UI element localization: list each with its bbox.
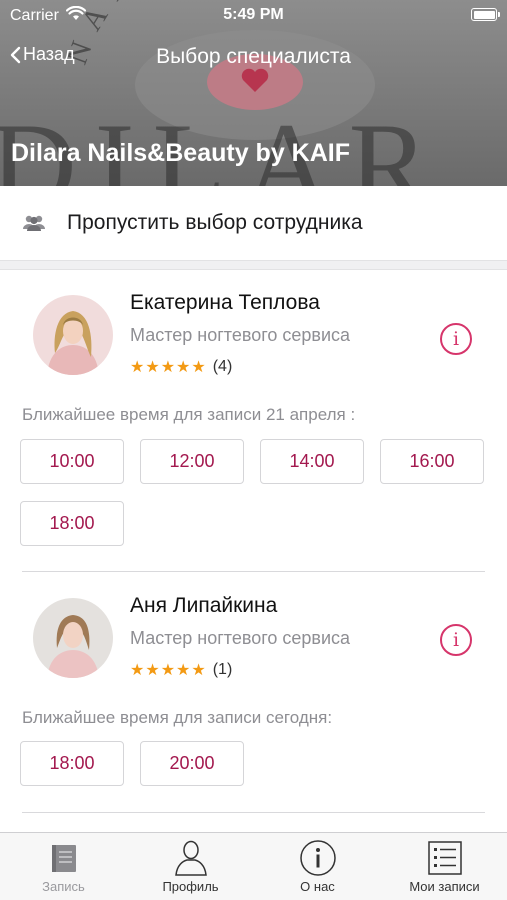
screen: NAILS BEAUTY DILAR Carrier 5:49 PM Назад… — [0, 0, 507, 900]
info-icon[interactable]: i — [440, 323, 472, 355]
people-icon — [23, 215, 45, 231]
tab-profile[interactable]: Профиль — [127, 833, 254, 900]
review-count: (1) — [212, 661, 233, 678]
tab-about[interactable]: О нас — [254, 833, 381, 900]
time-slot-button[interactable]: 16:00 — [380, 439, 484, 484]
tab-bar: Запись Профиль О нас Мои записи — [0, 832, 507, 900]
tab-my-bookings[interactable]: Мои записи — [381, 833, 507, 900]
rating: ★★★★★ (1) — [130, 660, 232, 680]
battery-icon — [471, 8, 500, 21]
time-slot-button[interactable]: 18:00 — [20, 501, 124, 546]
specialist-role: Мастер ногтевого сервиса — [130, 325, 351, 345]
salon-name: Dilara Nails&Beauty by KAIF — [11, 139, 350, 167]
list-icon — [427, 841, 462, 875]
time-slot-button[interactable]: 10:00 — [20, 439, 124, 484]
status-bar: Carrier 5:49 PM — [0, 0, 507, 32]
tab-label: Профиль — [162, 879, 219, 894]
nearest-time-label: Ближайшее время для записи 21 апреля : — [22, 405, 356, 424]
tab-booking[interactable]: Запись — [0, 833, 127, 900]
nearest-time-label: Ближайшее время для записи сегодня: — [22, 708, 333, 727]
rating-stars: ★★★★★ — [130, 662, 207, 679]
book-icon — [51, 845, 76, 872]
specialist-card: Аня Липайкина Мастер ногтевого сервиса ★… — [0, 572, 507, 812]
rating-stars: ★★★★★ — [130, 359, 207, 376]
specialist-card: Екатерина Теплова Мастер ногтевого серви… — [0, 271, 507, 571]
info-icon — [299, 840, 336, 876]
time-slot-button[interactable]: 20:00 — [140, 741, 244, 786]
header: NAILS BEAUTY DILAR Carrier 5:49 PM Назад… — [0, 0, 507, 186]
rating: ★★★★★ (4) — [130, 357, 232, 377]
time-slot-button[interactable]: 18:00 — [20, 741, 124, 786]
info-icon[interactable]: i — [440, 624, 472, 656]
tab-label: О нас — [300, 879, 335, 894]
specialist-name: Екатерина Теплова — [130, 291, 320, 314]
avatar-photo — [33, 295, 113, 375]
avatar[interactable] — [33, 295, 113, 375]
section-separator — [0, 260, 507, 270]
person-icon — [174, 840, 207, 876]
skip-specialist-label: Пропустить выбор сотрудника — [67, 211, 363, 234]
specialist-role: Мастер ногтевого сервиса — [130, 628, 351, 648]
time-slot-button[interactable]: 12:00 — [140, 439, 244, 484]
skip-specialist-row[interactable]: Пропустить выбор сотрудника — [0, 186, 507, 260]
avatar-photo — [33, 598, 113, 678]
tab-label: Запись — [42, 879, 85, 894]
specialist-name: Аня Липайкина — [130, 594, 278, 617]
review-count: (4) — [212, 358, 233, 375]
clock: 5:49 PM — [223, 6, 284, 23]
page-title: Выбор специалиста — [156, 45, 351, 68]
card-divider — [22, 812, 485, 813]
tab-label: Мои записи — [409, 879, 480, 894]
time-slot-button[interactable]: 14:00 — [260, 439, 364, 484]
avatar[interactable] — [33, 598, 113, 678]
